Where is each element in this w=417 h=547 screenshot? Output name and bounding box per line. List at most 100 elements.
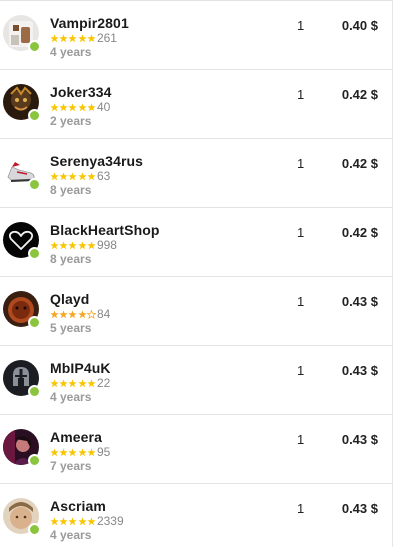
seller-avatar[interactable] xyxy=(3,429,41,467)
seller-name[interactable]: Joker334 xyxy=(50,84,112,100)
seller-age: 5 years xyxy=(50,321,92,335)
seller-name[interactable]: Qlayd xyxy=(50,291,89,307)
star-icon xyxy=(59,516,68,525)
price: 0.42 $ xyxy=(341,156,378,171)
star-icon xyxy=(87,33,96,42)
seller-avatar[interactable] xyxy=(3,222,41,260)
review-count: 998 xyxy=(96,238,117,252)
price: 0.43 $ xyxy=(341,294,378,309)
star-icon xyxy=(50,240,59,249)
star-icon xyxy=(87,102,96,111)
star-icon xyxy=(68,33,78,42)
review-count: 63 xyxy=(96,169,111,183)
star-icon xyxy=(68,447,78,456)
seller-row[interactable]: Qlayd 84 5 years 1 0.43 $ xyxy=(0,277,392,346)
star-icon xyxy=(77,378,87,387)
star-icon xyxy=(86,309,96,319)
price: 0.42 $ xyxy=(341,225,378,240)
online-indicator xyxy=(28,178,41,191)
seller-age: 7 years xyxy=(50,459,92,473)
quantity: 1 xyxy=(297,294,305,309)
seller-row[interactable]: BlackHeartShop 998 8 years 1 0.42 $ xyxy=(0,208,392,277)
seller-avatar[interactable] xyxy=(3,15,41,53)
seller-name[interactable]: Vampir2801 xyxy=(50,15,129,31)
star-icon xyxy=(50,33,59,42)
seller-avatar[interactable] xyxy=(3,84,41,122)
review-count: 84 xyxy=(96,307,111,321)
seller-list: Vampir2801 261 4 years 1 0.40 $ Joker334… xyxy=(0,0,392,547)
quantity: 1 xyxy=(297,501,305,516)
star-icon xyxy=(59,102,68,111)
price: 0.43 $ xyxy=(341,432,378,447)
scrollbar-track[interactable] xyxy=(392,0,393,547)
seller-name[interactable]: Serenya34rus xyxy=(50,153,143,169)
star-icon xyxy=(68,378,78,387)
rating-stars xyxy=(50,240,96,250)
star-icon xyxy=(50,516,59,525)
seller-row[interactable]: Serenya34rus 63 8 years 1 0.42 $ xyxy=(0,139,392,208)
star-icon xyxy=(50,102,59,111)
star-icon xyxy=(77,171,87,180)
seller-row[interactable]: Ameera 95 7 years 1 0.43 $ xyxy=(0,415,392,484)
star-icon xyxy=(68,102,78,111)
online-indicator xyxy=(28,454,41,467)
seller-age: 8 years xyxy=(50,252,92,266)
seller-name[interactable]: Ascriam xyxy=(50,498,106,514)
seller-avatar[interactable] xyxy=(3,360,41,398)
quantity: 1 xyxy=(297,225,305,240)
seller-avatar[interactable] xyxy=(3,291,41,329)
rating-stars xyxy=(50,309,96,319)
star-icon xyxy=(50,447,59,456)
online-indicator xyxy=(28,109,41,122)
star-icon xyxy=(87,171,96,180)
star-icon xyxy=(77,240,87,249)
quantity: 1 xyxy=(297,363,305,378)
online-indicator xyxy=(28,316,41,329)
star-icon xyxy=(59,447,68,456)
seller-age: 2 years xyxy=(50,114,92,128)
quantity: 1 xyxy=(297,87,305,102)
star-icon xyxy=(59,240,68,249)
rating-stars xyxy=(50,447,96,457)
star-icon xyxy=(87,516,96,525)
rating-stars xyxy=(50,516,96,526)
star-icon xyxy=(77,33,87,42)
quantity: 1 xyxy=(297,18,305,33)
star-icon xyxy=(77,309,87,318)
star-icon xyxy=(50,309,59,318)
price: 0.40 $ xyxy=(341,18,378,33)
star-icon xyxy=(59,309,68,318)
seller-avatar[interactable] xyxy=(3,498,41,536)
rating-stars xyxy=(50,378,96,388)
rating-stars xyxy=(50,102,96,112)
star-icon xyxy=(50,378,59,387)
rating-stars xyxy=(50,171,96,181)
seller-name[interactable]: MbIP4uK xyxy=(50,360,111,376)
star-icon xyxy=(59,33,68,42)
review-count: 22 xyxy=(96,376,111,390)
seller-name[interactable]: Ameera xyxy=(50,429,102,445)
review-count: 261 xyxy=(96,31,117,45)
star-icon xyxy=(87,378,96,387)
review-count: 2339 xyxy=(96,514,124,528)
star-icon xyxy=(59,378,68,387)
review-count: 95 xyxy=(96,445,111,459)
star-icon xyxy=(87,447,96,456)
online-indicator xyxy=(28,385,41,398)
online-indicator xyxy=(28,523,41,536)
seller-row[interactable]: Vampir2801 261 4 years 1 0.40 $ xyxy=(0,0,392,70)
star-icon xyxy=(50,171,59,180)
seller-age: 4 years xyxy=(50,528,92,542)
seller-age: 8 years xyxy=(50,183,92,197)
seller-row[interactable]: Ascriam 2339 4 years 1 0.43 $ xyxy=(0,484,392,547)
seller-row[interactable]: MbIP4uK 22 4 years 1 0.43 $ xyxy=(0,346,392,415)
rating-stars xyxy=(50,33,96,43)
price: 0.42 $ xyxy=(341,87,378,102)
seller-age: 4 years xyxy=(50,390,92,404)
seller-row[interactable]: Joker334 40 2 years 1 0.42 $ xyxy=(0,70,392,139)
seller-name[interactable]: BlackHeartShop xyxy=(50,222,160,238)
quantity: 1 xyxy=(297,156,305,171)
price: 0.43 $ xyxy=(341,501,378,516)
quantity: 1 xyxy=(297,432,305,447)
seller-avatar[interactable] xyxy=(3,153,41,191)
